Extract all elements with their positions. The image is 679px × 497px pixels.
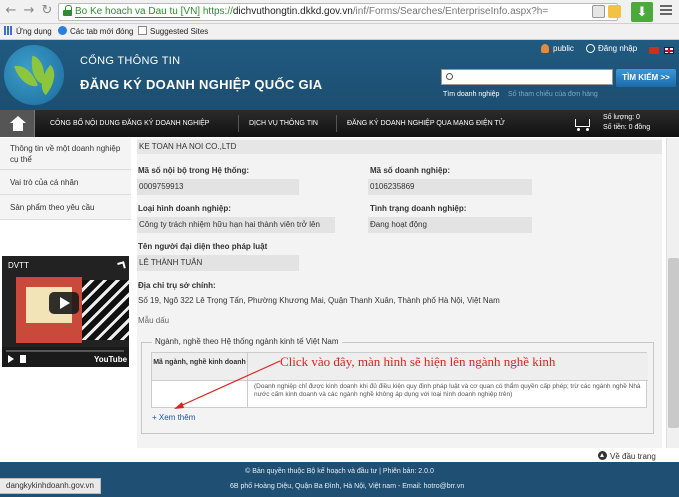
- cart-quantity: Số lượng: 0: [603, 114, 640, 121]
- industry-section: Ngành, nghề theo Hệ thống ngành kinh tế …: [141, 337, 654, 434]
- arrow-up-icon: [598, 451, 607, 460]
- bookmark-recent-tabs[interactable]: Các tab mới đóng: [58, 24, 134, 40]
- search-input[interactable]: [441, 69, 613, 85]
- power-icon: [586, 44, 595, 53]
- bookmark-label: Suggested Sites: [150, 27, 209, 36]
- video-player[interactable]: DVTT YouTube: [2, 256, 129, 367]
- back-to-top-link[interactable]: Về đầu trang: [598, 451, 656, 461]
- annotation-arrow: [174, 360, 281, 409]
- address-value: Số 19, Ngõ 322 Lê Trọng Tấn, Phường Khươ…: [138, 296, 500, 305]
- sidebar: Thông tin về một doanh nghiệp cụ thể Vai…: [0, 138, 131, 220]
- site-title: ĐĂNG KÝ DOANH NGHIỆP QUỐC GIA: [80, 77, 323, 92]
- business-type-value: Công ty trách nhiệm hữu hạn hai thành vi…: [137, 217, 335, 233]
- video-progress[interactable]: [6, 350, 124, 352]
- reload-icon[interactable]: ↻: [40, 4, 54, 18]
- footer-copyright: © Bản quyền thuộc Bộ kế hoạch và đầu tư …: [245, 468, 434, 475]
- tax-id-value: 0106235869: [368, 179, 532, 195]
- cart-amount: Số tiền: 0 đồng: [603, 124, 651, 131]
- youtube-logo[interactable]: YouTube: [94, 355, 127, 364]
- download-icon[interactable]: ⬇: [631, 2, 653, 22]
- site-logo[interactable]: [4, 45, 64, 105]
- scrollbar-thumb[interactable]: [668, 258, 679, 428]
- forward-arrow-icon[interactable]: →: [22, 4, 36, 18]
- company-detail-panel: KE TOAN HA NOI CO.,LTD Mã số nội bộ tron…: [137, 138, 662, 448]
- site-subtitle: CỔNG THÔNG TIN: [80, 55, 181, 67]
- vietnam-flag-icon[interactable]: [649, 47, 659, 54]
- user-icon: [541, 44, 549, 53]
- video-controls: YouTube: [2, 347, 129, 367]
- back-arrow-icon[interactable]: ←: [4, 4, 18, 18]
- page-scrollbar[interactable]: [666, 138, 679, 448]
- volume-icon[interactable]: [20, 355, 26, 363]
- main-nav: CÔNG BỐ NỘI DUNG ĐĂNG KÝ DOANH NGHIỆP DỊ…: [0, 110, 679, 137]
- company-name: KE TOAN HA NOI CO.,LTD: [137, 140, 662, 154]
- login-label: Đăng nhập: [598, 44, 638, 53]
- share-icon[interactable]: [117, 261, 126, 270]
- browser-status-bar: dangkykinhdoanh.gov.vn: [0, 478, 101, 494]
- user-link[interactable]: public: [541, 44, 574, 53]
- internal-id-label: Mã số nội bộ trong Hệ thống:: [138, 166, 250, 175]
- browser-toolbar: ← → ↻ Bo Ke hoach va Dau tu [VN] https:/…: [0, 0, 679, 24]
- shield-extension-icon[interactable]: [592, 5, 605, 18]
- footer-address: 6B phố Hoàng Diệu, Quận Ba Đình, Hà Nội,…: [230, 483, 465, 490]
- sidebar-item-business-info[interactable]: Thông tin về một doanh nghiệp cụ thể: [0, 138, 131, 170]
- url-host: dichvuthongtin.dkkd.gov.vn: [232, 6, 353, 17]
- lock-icon: [63, 5, 72, 16]
- menu-icon[interactable]: [660, 5, 672, 17]
- see-more-link[interactable]: + Xem thêm: [152, 413, 195, 422]
- site-header: CỔNG THÔNG TIN ĐĂNG KÝ DOANH NGHIỆP QUỐC…: [0, 40, 679, 110]
- back-to-top-label: Về đầu trang: [610, 452, 656, 461]
- cart-icon[interactable]: [573, 117, 592, 131]
- bookmark-label: Các tab mới đóng: [70, 27, 134, 36]
- bookmark-label: Ứng dụng: [16, 27, 52, 36]
- star-icon[interactable]: [608, 5, 621, 18]
- legal-rep-label: Tên người đại diện theo pháp luật: [138, 242, 268, 251]
- industry-note: (Doanh nghiệp chỉ được kinh doanh khi đủ…: [254, 383, 641, 398]
- internal-id-value: 0009759913: [137, 179, 299, 195]
- video-title: DVTT: [8, 261, 29, 270]
- sidebar-item-custom-products[interactable]: Sản phẩm theo yêu cầu: [0, 195, 131, 220]
- tab-find-business[interactable]: Tìm doanh nghiệp: [443, 91, 499, 98]
- status-value: Đang hoạt động: [368, 217, 532, 233]
- home-icon[interactable]: [0, 110, 35, 137]
- play-icon[interactable]: [49, 292, 79, 314]
- cart-summary[interactable]: Số lượng: 0 Số tiền: 0 đồng: [603, 113, 650, 133]
- search-button[interactable]: TÌM KIẾM >>: [616, 69, 676, 87]
- annotation-text: Click vào đây, màn hình sẽ hiện lên ngàn…: [280, 354, 556, 369]
- nav-item-online-registration[interactable]: ĐĂNG KÝ DOANH NGHIỆP QUA MẠNG ĐIỆN TỬ: [347, 110, 505, 137]
- user-label: public: [553, 44, 574, 53]
- seal-label: Mẫu dấu: [138, 316, 170, 325]
- tab-order-reference[interactable]: Số tham chiếu của đơn hàng: [508, 91, 598, 98]
- site-footer: © Bản quyền thuộc Bộ kế hoạch và đầu tư …: [0, 462, 679, 497]
- bookmark-apps[interactable]: Ứng dụng: [4, 24, 52, 40]
- tax-id-label: Mã số doanh nghiệp:: [370, 166, 450, 175]
- status-label: Tình trạng doanh nghiệp:: [370, 204, 467, 213]
- login-link[interactable]: Đăng nhập: [586, 44, 637, 53]
- nav-item-info-services[interactable]: DỊCH VỤ THÔNG TIN: [249, 110, 318, 137]
- apps-grid-icon: [4, 26, 13, 35]
- bookmarks-bar: Ứng dụng Các tab mới đóng Suggested Site…: [0, 24, 679, 40]
- search-icon: [446, 73, 453, 80]
- bookmark-suggested-sites[interactable]: Suggested Sites: [138, 24, 208, 40]
- sidebar-item-personal-role[interactable]: Vai trò của cá nhân: [0, 170, 131, 195]
- address-bar[interactable]: Bo Ke hoach va Dau tu [VN] https://dichv…: [58, 3, 618, 21]
- certificate-label[interactable]: Bo Ke hoach va Dau tu [VN]: [75, 6, 201, 18]
- legal-rep-value: LÊ THÀNH TUÂN: [137, 255, 299, 271]
- video-graphic: [82, 280, 129, 340]
- address-label: Địa chỉ trụ sở chính:: [138, 281, 216, 290]
- play-small-icon[interactable]: [8, 355, 14, 363]
- url-path: /inf/Forms/Searches/EnterpriseInfo.aspx?…: [352, 6, 549, 17]
- industry-legend: Ngành, nghề theo Hệ thống ngành kinh tế …: [152, 337, 342, 346]
- page-icon: [138, 26, 147, 35]
- business-type-label: Loại hình doanh nghiệp:: [138, 204, 231, 213]
- uk-flag-icon[interactable]: [664, 47, 674, 54]
- url-scheme: https://: [202, 6, 233, 17]
- globe-icon: [58, 26, 67, 35]
- nav-item-publication[interactable]: CÔNG BỐ NỘI DUNG ĐĂNG KÝ DOANH NGHIỆP: [50, 110, 209, 137]
